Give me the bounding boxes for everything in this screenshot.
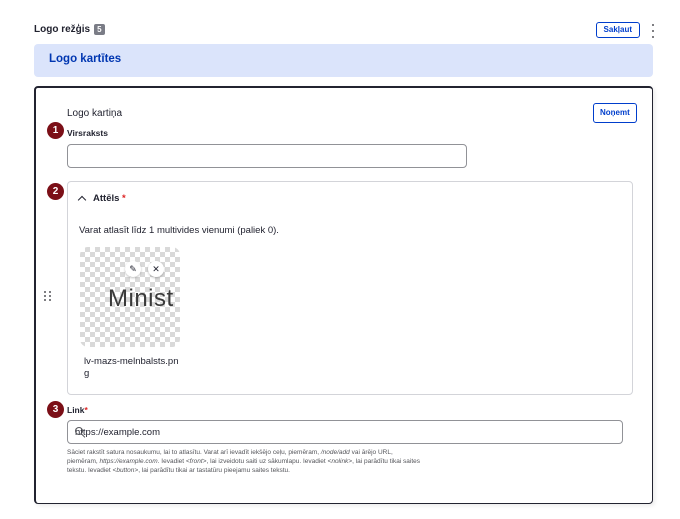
heading-input[interactable] — [67, 144, 467, 168]
required-marker: * — [84, 405, 88, 415]
section-header-label: Logo kartītes — [49, 53, 122, 65]
chevron-up-icon — [77, 195, 87, 205]
more-actions-icon[interactable] — [650, 24, 656, 38]
upload-limit-text: Varat atlasīt līdz 1 multivides vienumi … — [79, 225, 279, 236]
link-field-label: Link* — [67, 405, 88, 415]
image-field-label: Attēls — [93, 193, 120, 204]
media-thumbnail[interactable]: Minist ✎ ✕ — [80, 247, 180, 347]
link-input-value: https://example.com — [75, 427, 161, 438]
heading-field-label: Virsraksts — [67, 128, 108, 138]
step-badge-2: 2 — [47, 183, 64, 200]
logo-card: Logo kartiņa Noņemt 1 Virsraksts 2 Attēl… — [34, 86, 653, 504]
section-title-text: Logo režģis — [34, 24, 91, 35]
search-icon — [75, 427, 85, 437]
step-badge-3: 3 — [47, 401, 64, 418]
card-label: Logo kartiņa — [67, 108, 123, 119]
link-input[interactable]: https://example.com — [67, 420, 623, 444]
thumbnail-logo-text: Minist — [108, 285, 174, 312]
collapse-button[interactable]: Sakļaut — [595, 22, 640, 38]
remove-button[interactable]: Noņemt — [593, 103, 637, 123]
link-label-text: Link — [67, 405, 85, 415]
section-toolbar: Logo režģis 5 Sakļaut — [34, 22, 664, 42]
image-details-toggle[interactable]: Attēls * — [77, 193, 126, 205]
pencil-icon[interactable]: ✎ — [125, 261, 141, 277]
drag-handle-icon[interactable] — [44, 291, 52, 303]
close-icon[interactable]: ✕ — [148, 261, 164, 277]
link-help-text: Sāciet rakstīt satura nosaukumu, lai to … — [67, 449, 421, 474]
media-file-name: lv-mazs-melnbalsts.png — [84, 356, 179, 379]
section-header[interactable]: Logo kartītes — [34, 44, 653, 77]
image-details: Attēls * Varat atlasīt līdz 1 multivides… — [67, 181, 633, 395]
section-title: Logo režģis 5 — [34, 24, 105, 35]
step-badge-1: 1 — [47, 122, 64, 139]
required-marker: * — [122, 193, 126, 204]
item-count-badge: 5 — [94, 24, 105, 35]
